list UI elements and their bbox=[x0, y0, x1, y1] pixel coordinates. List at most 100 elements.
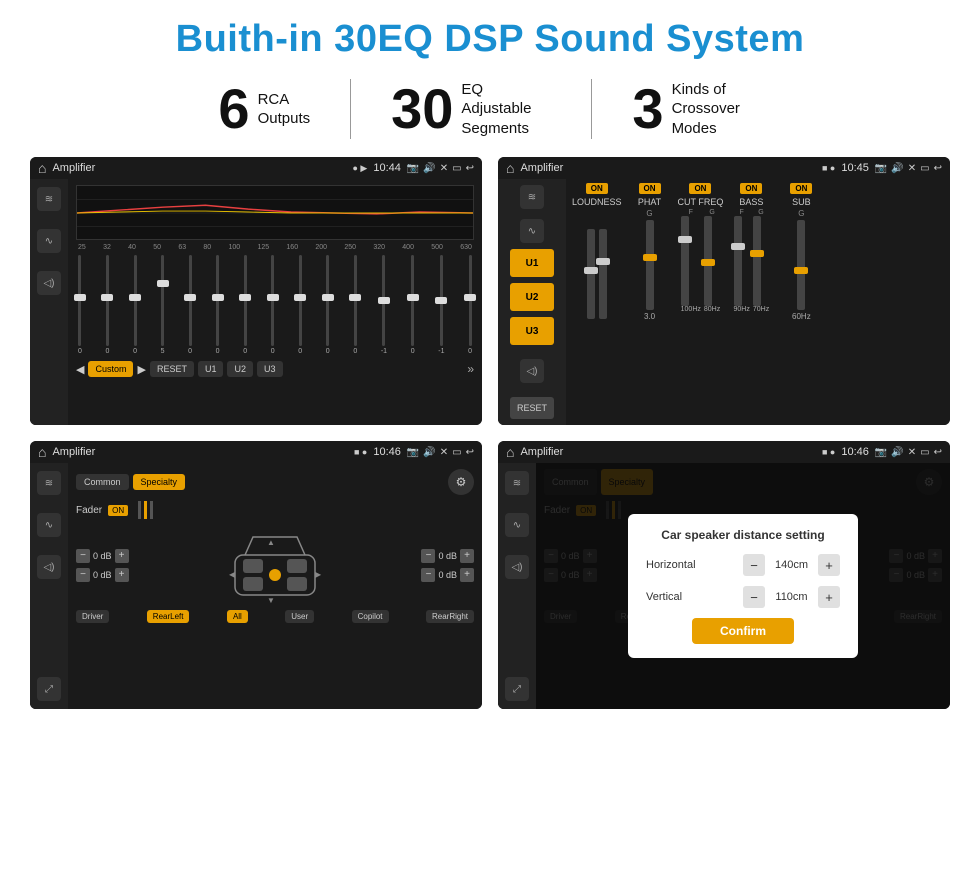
specialty-tab[interactable]: Specialty bbox=[133, 474, 186, 490]
status-bar-4: ⌂ Amplifier ■ ● 10:46 📷 🔊 ✕ ▭ ↩ bbox=[498, 441, 950, 463]
fd-filter-icon[interactable]: ≋ bbox=[505, 471, 529, 495]
sub-label: SUB bbox=[792, 197, 811, 207]
sub-val: 60Hz bbox=[792, 312, 811, 321]
col-bass: ON BASS F 90Hz G bbox=[729, 183, 773, 421]
fader-expand-icon[interactable]: ⤢ bbox=[37, 677, 61, 701]
left-bottom-minus-btn[interactable]: − bbox=[76, 568, 90, 582]
vertical-minus-btn[interactable]: − bbox=[743, 586, 765, 608]
eq-custom-btn[interactable]: Custom bbox=[88, 361, 133, 377]
fd-speaker-icon[interactable]: ◁) bbox=[505, 555, 529, 579]
fader-on-badge[interactable]: ON bbox=[108, 505, 128, 516]
speaker-layout: − 0 dB + − 0 dB + bbox=[76, 525, 474, 605]
confirm-button[interactable]: Confirm bbox=[692, 618, 794, 644]
cutfreq-on-badge[interactable]: ON bbox=[689, 183, 711, 194]
right-bottom-plus-btn[interactable]: + bbox=[460, 568, 474, 582]
cutfreq-g-label: G bbox=[704, 209, 720, 216]
eq-prev-btn[interactable]: ◀ bbox=[76, 363, 84, 376]
fader-h-track2[interactable] bbox=[144, 501, 147, 519]
rearleft-btn[interactable]: RearLeft bbox=[147, 610, 190, 623]
fader-speaker-icon[interactable]: ◁) bbox=[37, 555, 61, 579]
car-diagram-svg: ▲ ▼ ◀ ▶ bbox=[215, 525, 335, 605]
crossover-filter-icon[interactable]: ≋ bbox=[520, 185, 544, 209]
eq-filter-icon[interactable]: ≋ bbox=[37, 187, 61, 211]
right-top-minus-btn[interactable]: − bbox=[421, 549, 435, 563]
cutfreq-thumb1[interactable] bbox=[678, 236, 692, 243]
screen-fader: ⌂ Amplifier ■ ● 10:46 📷 🔊 ✕ ▭ ↩ ≋ ∿ ◁) ⤢ bbox=[30, 441, 482, 709]
fader-control-row: Fader ON bbox=[76, 501, 474, 519]
bass-thumb2[interactable] bbox=[750, 250, 764, 257]
settings-icon[interactable]: ⚙ bbox=[448, 469, 474, 495]
back-icon-4: ↩ bbox=[934, 447, 942, 458]
col-cutfreq: ON CUT FREQ F 100Hz G bbox=[678, 183, 724, 421]
vertical-plus-btn[interactable]: + bbox=[818, 586, 840, 608]
eq-slider-9: 0 bbox=[326, 255, 330, 355]
sub-on-badge[interactable]: ON bbox=[790, 183, 812, 194]
bass-track2 bbox=[753, 216, 761, 306]
eq-speaker-icon[interactable]: ◁) bbox=[37, 271, 61, 295]
fd-expand-icon[interactable]: ⤢ bbox=[505, 677, 529, 701]
right-top-plus-btn[interactable]: + bbox=[460, 549, 474, 563]
horizontal-plus-btn[interactable]: + bbox=[818, 554, 840, 576]
phat-thumb[interactable] bbox=[643, 254, 657, 261]
eq-u3-btn[interactable]: U3 bbox=[257, 361, 283, 377]
common-tab[interactable]: Common bbox=[76, 474, 129, 490]
eq-slider-4: 0 bbox=[188, 255, 192, 355]
eq-u2-btn[interactable]: U2 bbox=[227, 361, 253, 377]
crossover-reset-btn[interactable]: RESET bbox=[510, 397, 554, 419]
copilot-btn[interactable]: Copilot bbox=[352, 610, 389, 623]
fader-h-track1[interactable] bbox=[138, 501, 141, 519]
eq-u1-btn[interactable]: U1 bbox=[198, 361, 224, 377]
screen2-content: ≋ ∿ U1 U2 U3 ◁) RESET ON LOUDNESS bbox=[498, 179, 950, 425]
fader-filter-icon[interactable]: ≋ bbox=[37, 471, 61, 495]
bass-track1 bbox=[734, 216, 742, 306]
screen1-content: ≋ ∿ ◁) bbox=[30, 179, 482, 425]
user-btn[interactable]: User bbox=[285, 610, 314, 623]
col-sub: ON SUB G 60Hz bbox=[779, 183, 823, 421]
vertical-input: − 110cm + bbox=[743, 586, 840, 608]
rearright-btn[interactable]: RearRight bbox=[426, 610, 474, 623]
fader-h-track3[interactable] bbox=[150, 501, 153, 519]
right-bottom-minus-btn[interactable]: − bbox=[421, 568, 435, 582]
status-title-3: Amplifier bbox=[52, 446, 347, 458]
fader-wave-icon[interactable]: ∿ bbox=[37, 513, 61, 537]
fd-wave-icon[interactable]: ∿ bbox=[505, 513, 529, 537]
eq-reset-btn[interactable]: RESET bbox=[150, 361, 194, 377]
eq-next-btn[interactable]: ▶ bbox=[137, 363, 145, 376]
left-top-plus-btn[interactable]: + bbox=[115, 549, 129, 563]
back-icon-3: ↩ bbox=[466, 447, 474, 458]
home-icon-1: ⌂ bbox=[38, 160, 46, 176]
u2-side-btn[interactable]: U2 bbox=[510, 283, 554, 311]
phat-on-badge[interactable]: ON bbox=[639, 183, 661, 194]
left-top-minus-btn[interactable]: − bbox=[76, 549, 90, 563]
stat-label-crossover: Kinds ofCrossover Modes bbox=[672, 80, 762, 139]
fader-dialog-side: ≋ ∿ ◁) ⤢ bbox=[498, 463, 536, 709]
crossover-wave-icon[interactable]: ∿ bbox=[520, 219, 544, 243]
bass-on-badge[interactable]: ON bbox=[740, 183, 762, 194]
eq-slider-5: 0 bbox=[216, 255, 220, 355]
loudness-thumb1[interactable] bbox=[584, 267, 598, 274]
status-bar-1: ⌂ Amplifier ● ▶ 10:44 📷 🔊 ✕ ▭ ↩ bbox=[30, 157, 482, 179]
sub-thumb[interactable] bbox=[794, 267, 808, 274]
loudness-thumb2[interactable] bbox=[596, 258, 610, 265]
bass-val2: 70Hz bbox=[753, 306, 769, 313]
loudness-on-badge[interactable]: ON bbox=[586, 183, 608, 194]
driver-btn[interactable]: Driver bbox=[76, 610, 109, 623]
left-bottom-plus-btn[interactable]: + bbox=[115, 568, 129, 582]
camera-icon-1: 📷 bbox=[407, 163, 419, 174]
eq-wave-icon[interactable]: ∿ bbox=[37, 229, 61, 253]
status-icons-4: 📷 🔊 ✕ ▭ ↩ bbox=[875, 447, 942, 458]
svg-text:▼: ▼ bbox=[267, 596, 275, 605]
status-bar-2: ⌂ Amplifier ■ ● 10:45 📷 🔊 ✕ ▭ ↩ bbox=[498, 157, 950, 179]
u3-side-btn[interactable]: U3 bbox=[510, 317, 554, 345]
crossover-speaker-icon[interactable]: ◁) bbox=[520, 359, 544, 383]
cutfreq-thumb2[interactable] bbox=[701, 259, 715, 266]
u1-side-btn[interactable]: U1 bbox=[510, 249, 554, 277]
all-btn[interactable]: All bbox=[227, 610, 248, 623]
eq-graph bbox=[76, 185, 474, 240]
dot-icons-1: ● ▶ bbox=[352, 163, 367, 174]
horizontal-minus-btn[interactable]: − bbox=[743, 554, 765, 576]
status-icons-3: 📷 🔊 ✕ ▭ ↩ bbox=[407, 447, 474, 458]
eq-slider-2: 0 bbox=[133, 255, 137, 355]
right-bottom-db-control: − 0 dB + bbox=[421, 568, 474, 582]
bass-thumb1[interactable] bbox=[731, 243, 745, 250]
